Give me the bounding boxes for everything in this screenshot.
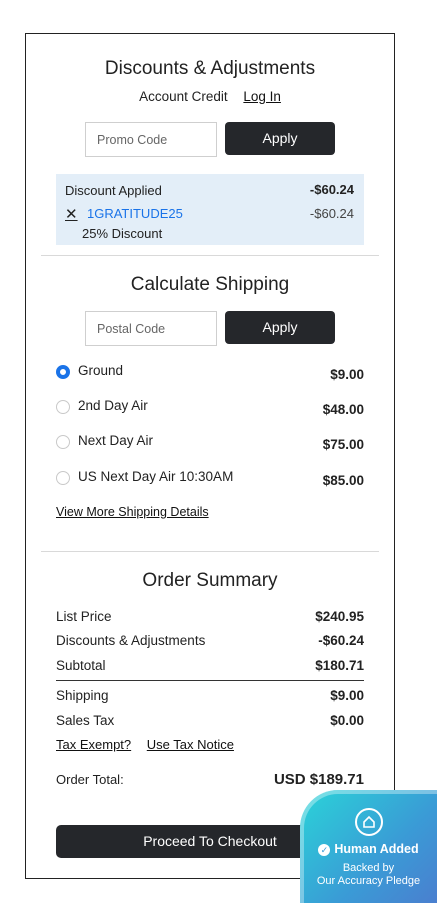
sales-tax-value: $0.00 [330,713,364,728]
shipping-title: Calculate Shipping [130,274,290,295]
promo-code-label: 1GRATITUDE25 [87,206,183,221]
shipping-option-price: $9.00 [330,367,364,382]
shipping-option-2nd-day-air[interactable]: 2nd Day Air $48.00 [56,397,364,419]
tax-exempt-link[interactable]: Tax Exempt? [56,737,131,752]
postal-code-input[interactable] [85,311,217,346]
shipping-option-price: $85.00 [322,473,364,488]
promo-code-amount: -$60.24 [309,206,354,221]
shipping-label: Shipping [56,688,109,703]
radio-unselected[interactable] [56,471,70,485]
cart-panel: Discounts & Adjustments Account Credit L… [25,33,395,879]
shipping-value: $9.00 [330,688,364,703]
badge-line-2: Our Accuracy Pledge [316,875,421,887]
discounts-value: -$60.24 [318,633,364,648]
order-summary-title: Order Summary [142,570,278,591]
summary-divider [56,680,364,681]
radio-unselected[interactable] [56,435,70,449]
subtotal-label: Subtotal [56,658,106,673]
human-added-badge[interactable]: ✓ Human Added Backed by Our Accuracy Pled… [300,790,437,903]
discount-applied-label: Discount Applied [65,183,162,198]
radio-selected[interactable] [56,365,70,379]
list-price-row: List Price $240.95 [56,609,364,624]
order-total-row: Order Total: USD $189.71 [56,771,364,788]
badge-title: ✓ Human Added [300,842,437,856]
promo-code-input[interactable] [85,122,217,157]
badge-line-1: Backed by [342,862,395,874]
discounts-label: Discounts & Adjustments [56,633,206,648]
shipping-option-label: Next Day Air [78,433,154,448]
badge-title-text: Human Added [334,842,419,856]
divider [41,551,379,552]
discounts-title: Discounts & Adjustments [104,58,316,79]
account-credit-row: Account Credit Log In [26,89,394,104]
discount-description: 25% Discount [82,226,163,241]
order-total-value: USD $189.71 [273,771,364,788]
order-total-label: Order Total: [56,772,124,787]
list-price-label: List Price [56,609,112,624]
use-tax-notice-link[interactable]: Use Tax Notice [147,737,234,752]
view-shipping-details-link[interactable]: View More Shipping Details [56,505,209,519]
shipping-option-ground[interactable]: Ground $9.00 [56,362,364,384]
check-icon: ✓ [318,843,331,856]
apply-postal-button[interactable]: Apply [225,311,335,344]
subtotal-value: $180.71 [315,658,364,673]
shipping-row: Shipping $9.00 [56,688,364,703]
shipping-option-price: $75.00 [322,437,364,452]
remove-discount-icon[interactable]: ✕ [65,205,78,223]
badge-subtitle: Backed by Our Accuracy Pledge [300,862,437,888]
shipping-option-label: 2nd Day Air [78,398,148,413]
shipping-option-label: US Next Day Air 10:30AM [78,469,234,484]
account-credit-label: Account Credit [139,89,228,104]
radio-unselected[interactable] [56,400,70,414]
sales-tax-row: Sales Tax $0.00 [56,713,364,728]
discount-applied-box: Discount Applied -$60.24 ✕ 1GRATITUDE25 … [56,174,364,245]
house-shield-icon [355,808,383,836]
shipping-option-label: Ground [78,363,124,378]
discount-applied-total: -$60.24 [309,182,354,197]
shipping-option-us-next-day-air[interactable]: US Next Day Air 10:30AM $85.00 [56,468,364,490]
tax-links-row: Tax Exempt? Use Tax Notice [56,737,364,752]
apply-promo-button[interactable]: Apply [225,122,335,155]
discounts-row: Discounts & Adjustments -$60.24 [56,633,364,648]
login-link[interactable]: Log In [243,89,281,104]
shipping-option-next-day-air[interactable]: Next Day Air $75.00 [56,432,364,454]
shipping-option-price: $48.00 [322,402,364,417]
divider [41,255,379,256]
subtotal-row: Subtotal $180.71 [56,658,364,673]
list-price-value: $240.95 [315,609,364,624]
sales-tax-label: Sales Tax [56,713,115,728]
